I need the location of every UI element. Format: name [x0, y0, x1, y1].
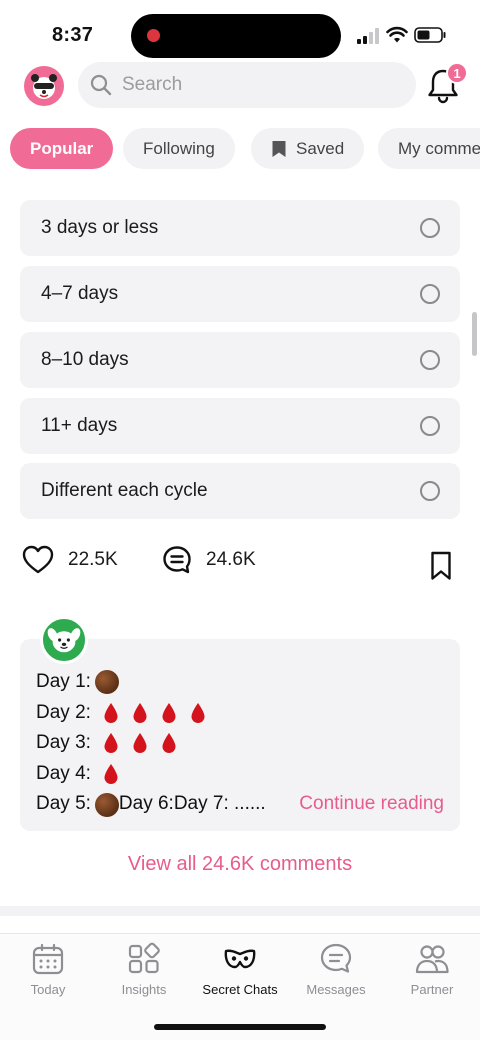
section-divider — [0, 906, 480, 916]
status-bar: 8:37 — [0, 0, 480, 60]
brown-circle-icon — [94, 792, 119, 817]
poll-option-label: 3 days or less — [41, 217, 159, 238]
comment-line: Day 2: — [36, 698, 456, 729]
poll-option[interactable]: 8–10 days — [20, 332, 460, 388]
poll-option[interactable]: 11+ days — [20, 398, 460, 454]
nav-insights[interactable]: Insights — [96, 942, 192, 997]
panda-avatar-icon — [31, 74, 57, 99]
bookmark-button[interactable] — [430, 551, 452, 581]
post-actions: 22.5K 24.6K — [20, 545, 460, 589]
app-header: 1 — [0, 60, 480, 114]
tab-following[interactable]: Following — [123, 128, 235, 169]
blood-drop-icon — [133, 733, 147, 754]
nav-today[interactable]: Today — [0, 942, 96, 997]
comment-line-prefix: Day 4: — [36, 762, 91, 784]
dynamic-island — [131, 14, 341, 58]
comment-count: 24.6K — [206, 549, 256, 570]
calendar-icon — [32, 943, 64, 975]
status-time: 8:37 — [52, 24, 94, 46]
comment-line: Day 4: — [36, 759, 456, 790]
comment-line-prefix: Day 5: — [36, 793, 91, 815]
radio-button[interactable] — [420, 284, 440, 304]
notification-badge: 1 — [446, 62, 468, 84]
poll-option-label: 4–7 days — [41, 283, 119, 304]
comment-button[interactable]: 24.6K — [162, 545, 256, 575]
cellular-signal-icon — [357, 28, 379, 44]
wifi-icon — [386, 26, 408, 43]
tab-label: My comme — [398, 138, 480, 158]
blood-drop-icon — [191, 702, 205, 723]
heart-icon — [22, 545, 54, 574]
profile-avatar[interactable] — [24, 66, 64, 106]
nav-label: Insights — [121, 982, 167, 997]
blood-drop-icon — [104, 702, 118, 723]
tab-label: Popular — [30, 138, 94, 158]
comment-line: Day 5: Day 6:Day 7: ...... Continue read… — [36, 789, 456, 820]
mask-icon — [224, 949, 256, 969]
nav-label: Secret Chats — [202, 982, 278, 997]
search-icon — [90, 74, 112, 96]
tab-saved[interactable]: Saved — [251, 128, 365, 169]
comment-text: Day 1: Day 2: Day 3: Day 4: Day 5: Day 6… — [36, 667, 456, 820]
radio-button[interactable] — [420, 350, 440, 370]
tab-label: Following — [143, 138, 215, 158]
commenter-avatar[interactable] — [40, 616, 88, 664]
comment-line-prefix: Day 2: — [36, 701, 91, 723]
poll-option-label: Different each cycle — [41, 480, 208, 501]
grid-icon — [128, 942, 160, 974]
nav-partner[interactable]: Partner — [384, 942, 480, 997]
search-bar[interactable] — [78, 62, 416, 108]
like-button[interactable]: 22.5K — [22, 545, 118, 575]
poll-option-label: 8–10 days — [41, 349, 129, 370]
comment-bubble-icon — [163, 546, 191, 574]
radio-button[interactable] — [420, 218, 440, 238]
partner-icon — [415, 945, 449, 974]
tab-my-comments[interactable]: My comme — [378, 128, 480, 169]
comment-line-prefix: Day 3: — [36, 732, 91, 754]
nav-label: Messages — [306, 982, 366, 997]
dog-avatar-icon — [47, 628, 81, 653]
nav-label: Partner — [410, 982, 454, 997]
tab-popular[interactable]: Popular — [10, 128, 114, 169]
comment-line: Day 1: — [36, 667, 456, 698]
scrollbar[interactable] — [472, 312, 477, 356]
feed-tabs: Popular Following Saved My comme — [10, 128, 480, 170]
blood-drop-icon — [104, 733, 118, 754]
bookmark-icon — [272, 140, 286, 157]
nav-messages[interactable]: Messages — [288, 942, 384, 997]
battery-icon — [414, 27, 446, 43]
tab-label: Saved — [296, 138, 345, 158]
comment-line-rest: Day 6:Day 7: ...... — [118, 793, 266, 815]
poll-option-label: 11+ days — [41, 415, 118, 436]
continue-reading-link[interactable]: Continue reading — [299, 789, 456, 820]
radio-button[interactable] — [420, 416, 440, 436]
blood-drop-icon — [104, 764, 118, 785]
recording-dot-icon — [147, 29, 160, 42]
comment-line: Day 3: — [36, 728, 456, 759]
radio-button[interactable] — [420, 481, 440, 501]
chat-bubble-icon — [320, 943, 352, 973]
nav-label: Today — [30, 982, 66, 997]
view-all-comments-link[interactable]: View all 24.6K comments — [0, 853, 480, 876]
poll-option[interactable]: Different each cycle — [20, 463, 460, 519]
poll-option[interactable]: 4–7 days — [20, 266, 460, 322]
search-input[interactable] — [122, 74, 402, 96]
blood-drop-icon — [133, 702, 147, 723]
nav-secret-chats[interactable]: Secret Chats — [192, 942, 288, 997]
poll-option[interactable]: 3 days or less — [20, 200, 460, 256]
comment-line-prefix: Day 1: — [36, 671, 91, 692]
blood-drop-icon — [162, 733, 176, 754]
like-count: 22.5K — [68, 549, 118, 570]
blood-drop-icon — [162, 702, 176, 723]
home-indicator[interactable] — [154, 1024, 326, 1030]
brown-circle-icon — [94, 670, 119, 695]
